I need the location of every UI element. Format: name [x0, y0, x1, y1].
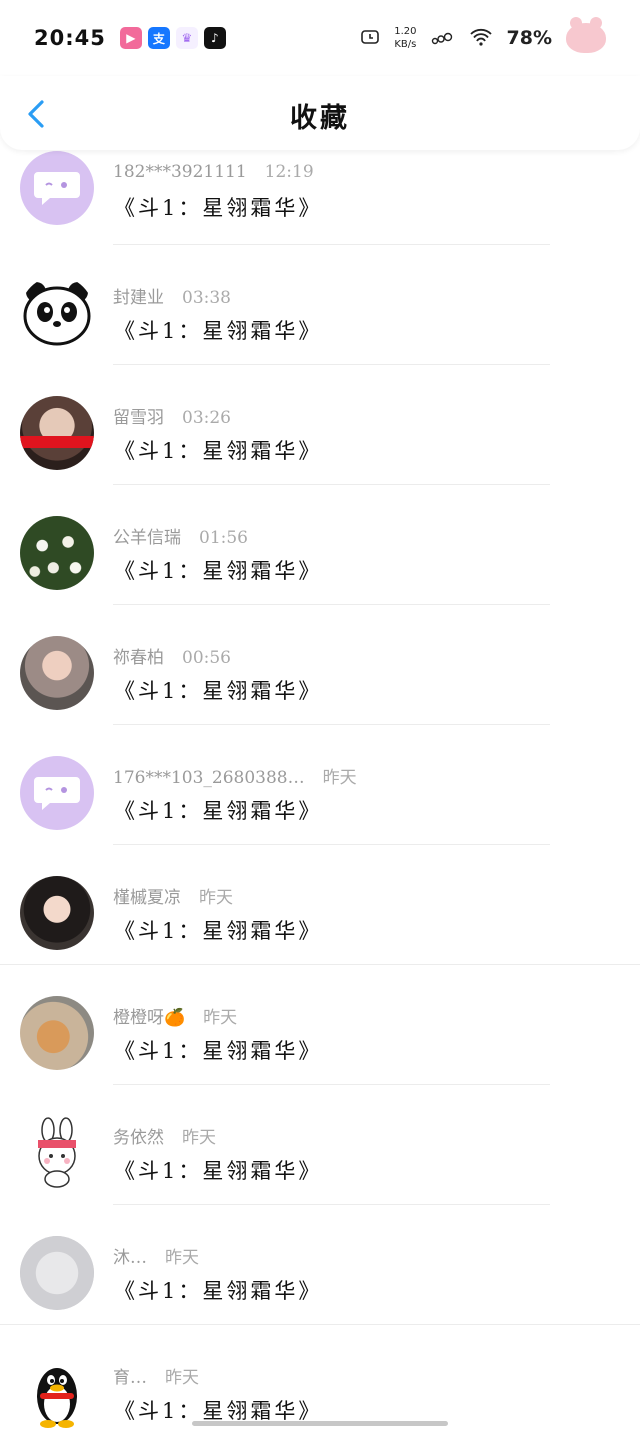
item-title: 《斗1：星翎霜华》 [114, 1039, 323, 1063]
user-name: 祢春柏 [113, 648, 164, 668]
list-item[interactable]: 务依然 昨天 《斗1：星翎霜华》 [0, 1085, 640, 1205]
alipay-icon: 支 [147, 27, 170, 49]
user-name: 育… [113, 1368, 147, 1388]
item-time: 昨天 [203, 1008, 238, 1028]
user-name: 封建业 [113, 288, 164, 308]
list-item[interactable]: 槿槭夏凉 昨天 《斗1：星翎霜华》 [0, 845, 640, 965]
chat-bubble-icon [34, 777, 80, 810]
panda-icon [23, 282, 91, 346]
avatar[interactable] [20, 876, 94, 950]
user-name: 槿槭夏凉 [113, 888, 181, 908]
avatar[interactable] [20, 151, 94, 225]
qq-penguin-icon [37, 1368, 77, 1428]
item-meta: 留雪羽 03:26 [113, 403, 231, 428]
item-time: 昨天 [165, 1368, 199, 1388]
list-item[interactable]: 沐… 昨天 《斗1：星翎霜华》 [0, 1205, 640, 1325]
list-item[interactable]: 留雪羽 03:26 《斗1：星翎霜华》 [0, 365, 640, 485]
item-meta: 176***103_2680388… 昨天 [113, 763, 357, 788]
list-item[interactable]: 橙橙呀🍊 昨天 《斗1：星翎霜华》 [0, 965, 640, 1085]
status-bar: 20:45 ▶ 支 ♛ ♪ 1.20 KB/s 78% [0, 0, 640, 76]
status-right: 1.20 KB/s 78% [360, 17, 606, 53]
avatar-banner [20, 436, 94, 448]
list-item[interactable]: 育… 昨天 《斗1：星翎霜华》 [0, 1325, 640, 1445]
net-speed-unit: KB/s [394, 39, 417, 50]
item-meta: 公羊信瑞 01:56 [113, 523, 248, 548]
avatar[interactable] [20, 516, 94, 590]
page-title: 收藏 [290, 103, 350, 134]
avatar[interactable] [20, 276, 94, 350]
item-time: 00:56 [182, 648, 231, 668]
user-name: 182***3921111 [113, 162, 247, 182]
user-name: 橙橙呀🍊 [113, 1008, 186, 1028]
list-item[interactable]: 176***103_2680388… 昨天 《斗1：星翎霜华》 [0, 725, 640, 845]
signal-icon [431, 29, 455, 48]
item-meta: 橙橙呀🍊 昨天 [113, 1003, 237, 1028]
network-speed: 1.20 KB/s [394, 25, 416, 51]
user-name: 公羊信瑞 [113, 528, 181, 548]
item-meta: 槿槭夏凉 昨天 [113, 883, 233, 908]
tiktok-icon: ♪ [203, 27, 226, 49]
notification-app-icons: ▶ 支 ♛ ♪ [119, 27, 226, 49]
home-indicator[interactable] [192, 1421, 448, 1426]
item-title: 《斗1：星翎霜华》 [114, 1159, 323, 1183]
item-title: 《斗1：星翎霜华》 [114, 319, 323, 343]
avatar[interactable] [20, 396, 94, 470]
net-speed-value: 1.20 [394, 26, 417, 37]
item-time: 昨天 [165, 1248, 199, 1268]
avatar[interactable] [20, 756, 94, 830]
item-meta: 封建业 03:38 [113, 283, 231, 308]
item-title: 《斗1：星翎霜华》 [114, 919, 323, 943]
wifi-icon [469, 27, 493, 50]
item-time: 昨天 [322, 768, 357, 788]
item-time: 03:38 [182, 288, 231, 308]
item-title: 《斗1：星翎霜华》 [114, 1279, 323, 1303]
item-time: 昨天 [199, 888, 233, 908]
list-item[interactable]: 公羊信瑞 01:56 《斗1：星翎霜华》 [0, 485, 640, 605]
avatar[interactable] [20, 1356, 94, 1430]
avatar[interactable] [20, 1236, 94, 1310]
user-name: 176***103_2680388… [113, 768, 305, 788]
item-time: 昨天 [182, 1128, 216, 1148]
item-title: 《斗1：星翎霜华》 [114, 559, 323, 583]
crown-app-icon: ♛ [175, 27, 198, 49]
bunny-icon [38, 1117, 76, 1188]
list-item[interactable]: 封建业 03:38 《斗1：星翎霜华》 [0, 245, 640, 365]
alarm-clock-icon [360, 28, 380, 49]
item-title: 《斗1：星翎霜华》 [114, 679, 323, 703]
nav-bar: 收藏 [0, 76, 640, 150]
list-item[interactable]: 182***3921111 12:19 《斗1：星翎霜华》 [0, 150, 640, 245]
item-meta: 182***3921111 12:19 [113, 162, 314, 182]
item-meta: 育… 昨天 [113, 1363, 199, 1388]
user-name: 务依然 [113, 1128, 164, 1148]
item-title: 《斗1：星翎霜华》 [114, 439, 323, 463]
item-meta: 务依然 昨天 [113, 1123, 216, 1148]
user-name: 留雪羽 [113, 408, 164, 428]
item-meta: 祢春柏 00:56 [113, 643, 231, 668]
item-time: 12:19 [264, 162, 314, 182]
avatar[interactable] [20, 636, 94, 710]
battery-level: 78% [506, 27, 552, 49]
status-time: 20:45 [34, 26, 106, 50]
avatar[interactable] [20, 996, 94, 1070]
item-title: 《斗1：星翎霜华》 [114, 196, 323, 220]
favorites-list: 182***3921111 12:19 《斗1：星翎霜华》 封建业 03:38 《斗… [0, 150, 640, 1445]
list-item[interactable]: 祢春柏 00:56 《斗1：星翎霜华》 [0, 605, 640, 725]
item-title: 《斗1：星翎霜华》 [114, 799, 323, 823]
avatar[interactable] [20, 1116, 94, 1190]
user-name: 沐… [113, 1248, 147, 1268]
pink-mascot-icon [566, 17, 606, 53]
item-meta: 沐… 昨天 [113, 1243, 199, 1268]
chat-bubble-icon [34, 172, 80, 205]
bilibili-icon: ▶ [119, 27, 142, 49]
item-time: 03:26 [182, 408, 231, 428]
item-time: 01:56 [199, 528, 248, 548]
